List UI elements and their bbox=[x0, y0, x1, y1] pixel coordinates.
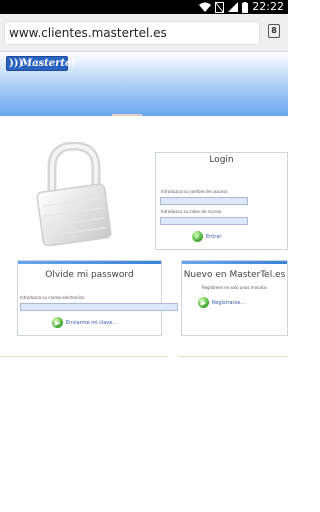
battery-icon bbox=[242, 1, 248, 13]
padlock-icon bbox=[36, 142, 112, 246]
email-input[interactable] bbox=[20, 303, 178, 311]
banner-accent bbox=[112, 114, 142, 116]
username-label: Introduzca su nombre de usuario bbox=[161, 189, 228, 194]
panel-accent-bar bbox=[182, 261, 287, 264]
status-bar: 22:22 bbox=[0, 0, 288, 14]
username-input[interactable] bbox=[160, 197, 248, 205]
email-label: Introduzca su correo electronico bbox=[20, 295, 85, 300]
check-icon: ✓ bbox=[192, 231, 203, 242]
send-password-button[interactable]: ▶ Enviarme mi clave... bbox=[52, 317, 117, 328]
browser-toolbar: www.clientes.mastertel.es 8 bbox=[0, 14, 288, 52]
wifi-icon bbox=[199, 2, 211, 12]
signal-waves-icon: ))) bbox=[9, 58, 24, 69]
arrow-right-icon: ▶ bbox=[198, 297, 209, 308]
mastertel-logo[interactable]: ))) Mastertel bbox=[6, 56, 75, 71]
clock: 22:22 bbox=[252, 0, 284, 13]
password-label: Introduzca su clave de acceso bbox=[161, 209, 222, 214]
url-field[interactable]: www.clientes.mastertel.es bbox=[4, 21, 260, 45]
tab-switcher-button[interactable]: 8 bbox=[268, 24, 280, 38]
signal-icon bbox=[228, 2, 238, 12]
status-icons bbox=[199, 1, 248, 13]
register-link[interactable]: ▶ Registrarse... bbox=[198, 297, 245, 308]
signup-subtitle: Registrese en solo unos minutos bbox=[202, 285, 267, 290]
login-button-label: Entrar bbox=[206, 233, 222, 240]
password-input[interactable] bbox=[160, 217, 248, 225]
send-password-label: Enviarme mi clave... bbox=[66, 319, 118, 326]
forgot-password-panel: Olvide mi password Introduzca su correo … bbox=[17, 260, 178, 336]
arrow-right-icon: ▶ bbox=[52, 317, 63, 328]
footer-divider-left bbox=[0, 356, 168, 357]
register-label: Registrarse... bbox=[212, 299, 246, 306]
signup-panel: Nuevo en MasterTel.es Registrese en solo… bbox=[181, 260, 288, 336]
footer-divider-right bbox=[178, 356, 288, 357]
signup-title: Nuevo en MasterTel.es bbox=[183, 270, 286, 280]
no-sim-icon bbox=[215, 1, 224, 13]
login-button[interactable]: ✓ Entrar bbox=[192, 231, 221, 242]
login-title: Login bbox=[209, 155, 234, 165]
panel-accent-bar bbox=[18, 261, 161, 264]
logo-text: Mastertel bbox=[21, 58, 76, 69]
forgot-title: Olvide mi password bbox=[45, 270, 134, 280]
login-panel: Login Introduzca su nombre de usuario In… bbox=[155, 152, 288, 250]
header-banner: ))) Mastertel bbox=[0, 52, 288, 116]
